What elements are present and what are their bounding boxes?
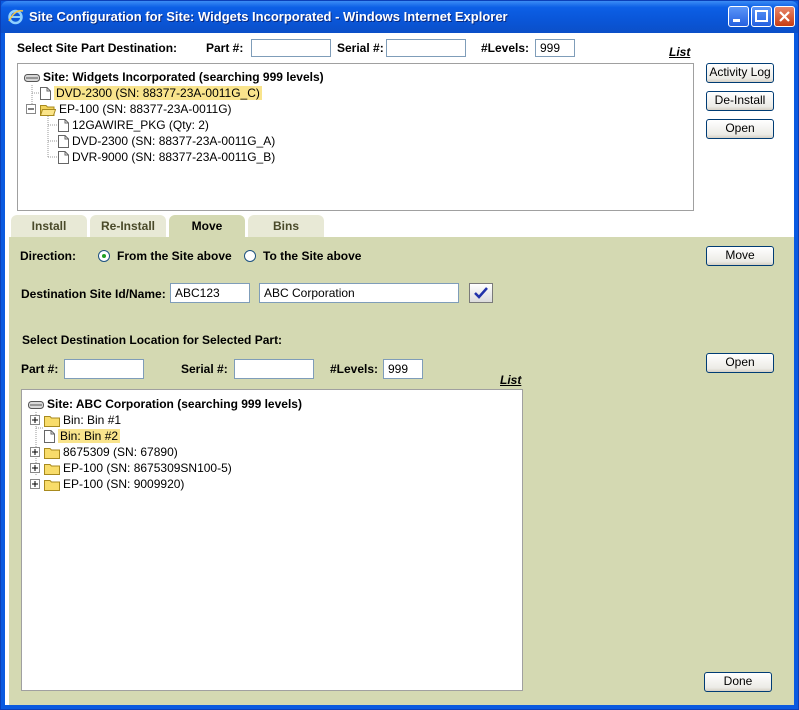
de-install-button[interactable]: De-Install <box>706 91 774 111</box>
tree-item-label: Bin: Bin #2 <box>58 429 121 443</box>
maximize-button[interactable] <box>751 6 772 27</box>
folder-icon <box>44 480 60 492</box>
minimize-button[interactable] <box>728 6 749 27</box>
site-part-tree: Site: Widgets Incorporated (searching 99… <box>17 63 694 211</box>
tree-item-label: Bin: Bin #1 <box>63 413 122 427</box>
checkmark-icon <box>474 287 488 299</box>
dest-part-label: Part #: <box>21 362 59 376</box>
destination-location-tree: Site: ABC Corporation (searching 999 lev… <box>21 389 523 691</box>
close-button[interactable] <box>774 6 795 27</box>
expand-icon[interactable] <box>30 479 41 490</box>
levels-label: #Levels: <box>481 41 530 55</box>
to-site-label: To the Site above <box>263 249 362 263</box>
tree-item[interactable]: DVD-2300 (SN: 88377-23A-0011G_A) <box>58 133 275 149</box>
document-icon <box>40 87 51 101</box>
destination-site-label: Destination Site Id/Name: <box>21 287 166 301</box>
expand-icon[interactable] <box>30 447 41 458</box>
dest-levels-input[interactable] <box>383 359 423 379</box>
tree-item[interactable]: EP-100 (SN: 9009920) <box>30 476 184 492</box>
activity-log-button[interactable]: Activity Log <box>706 63 774 83</box>
tree-item[interactable]: EP-100 (SN: 8675309SN100-5) <box>30 460 232 476</box>
move-panel: Direction: From the Site above To the Si… <box>9 237 794 705</box>
move-button[interactable]: Move <box>706 246 774 266</box>
internet-explorer-icon <box>8 9 24 25</box>
tree-item-label: EP-100 (SN: 88377-23A-0011G) <box>59 102 232 116</box>
tree-item-label: EP-100 (SN: 8675309SN100-5) <box>63 461 232 475</box>
list-link[interactable]: List <box>669 45 690 59</box>
tree-item[interactable]: Bin: Bin #1 <box>30 412 121 428</box>
open-folder-icon <box>40 105 56 117</box>
tab-bins[interactable]: Bins <box>248 215 324 237</box>
tree-item[interactable]: EP-100 (SN: 88377-23A-0011G) <box>26 101 232 117</box>
tree-item[interactable]: 8675309 (SN: 67890) <box>30 444 178 460</box>
tree-item-label: EP-100 (SN: 9009920) <box>63 477 185 491</box>
open-button[interactable]: Open <box>706 119 774 139</box>
tree-item-label: 12GAWIRE_PKG (Qty: 2) <box>72 118 209 132</box>
maximize-icon <box>755 10 768 22</box>
dest-serial-label: Serial #: <box>181 362 228 376</box>
dest-part-input[interactable] <box>64 359 144 379</box>
expand-icon[interactable] <box>30 415 41 426</box>
done-button[interactable]: Done <box>704 672 772 692</box>
close-icon <box>779 11 790 22</box>
tab-re-install[interactable]: Re-Install <box>90 215 166 237</box>
tree-item-label: 8675309 (SN: 67890) <box>63 445 178 459</box>
dest-serial-input[interactable] <box>234 359 314 379</box>
tab-move[interactable]: Move <box>169 215 245 237</box>
confirm-destination-button[interactable] <box>469 283 493 303</box>
document-icon <box>44 430 55 444</box>
dest-levels-label: #Levels: <box>330 362 379 376</box>
document-icon <box>58 135 69 149</box>
folder-icon <box>44 448 60 460</box>
tree-item[interactable]: DVR-9000 (SN: 88377-23A-0011G_B) <box>58 149 275 165</box>
direction-label: Direction: <box>20 249 77 263</box>
minimize-icon <box>733 19 740 22</box>
document-icon <box>58 151 69 165</box>
tree-item[interactable]: DVD-2300 (SN: 88377-23A-0011G_C) <box>40 85 262 101</box>
from-site-label: From the Site above <box>117 249 232 263</box>
tree-item-label: DVR-9000 (SN: 88377-23A-0011G_B) <box>72 150 276 164</box>
destination-site-id-input[interactable] <box>170 283 250 303</box>
window-title: Site Configuration for Site: Widgets Inc… <box>29 9 508 24</box>
serial-label: Serial #: <box>337 41 384 55</box>
browser-window: Site Configuration for Site: Widgets Inc… <box>0 0 799 710</box>
part-input[interactable] <box>251 39 331 57</box>
expand-icon[interactable] <box>30 463 41 474</box>
collapse-icon[interactable] <box>26 104 37 115</box>
tree-item-label: DVD-2300 (SN: 88377-23A-0011G_C) <box>54 86 262 100</box>
document-icon <box>58 119 69 133</box>
from-site-radio[interactable] <box>98 250 110 262</box>
tab-install[interactable]: Install <box>11 215 87 237</box>
dest-open-button[interactable]: Open <box>706 353 774 373</box>
to-site-radio[interactable] <box>244 250 256 262</box>
levels-input[interactable] <box>535 39 575 57</box>
dest-list-link[interactable]: List <box>500 373 521 387</box>
site-part-destination-heading: Select Site Part Destination: <box>17 41 178 55</box>
part-label: Part #: <box>206 41 244 55</box>
tree-item[interactable]: Bin: Bin #2 <box>44 428 121 444</box>
serial-input[interactable] <box>386 39 466 57</box>
folder-icon <box>44 416 60 428</box>
tree-item[interactable]: 12GAWIRE_PKG (Qty: 2) <box>58 117 209 133</box>
select-destination-heading: Select Destination Location for Selected… <box>22 333 283 347</box>
folder-icon <box>44 464 60 476</box>
tree-item-label: DVD-2300 (SN: 88377-23A-0011G_A) <box>72 134 276 148</box>
page-content: Select Site Part Destination: Part #: Se… <box>5 33 794 705</box>
title-bar: Site Configuration for Site: Widgets Inc… <box>1 1 798 33</box>
destination-site-name-input[interactable] <box>259 283 459 303</box>
